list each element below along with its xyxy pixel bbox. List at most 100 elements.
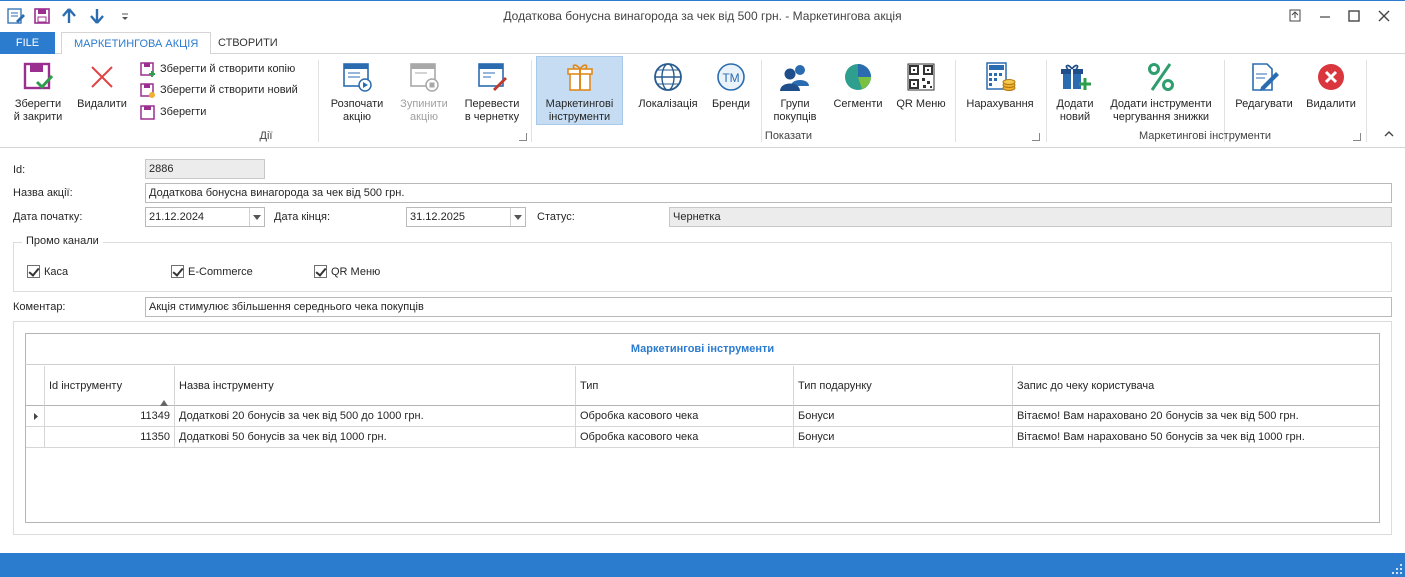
marketing-tools-button[interactable]: Маркетингові інструменти xyxy=(536,56,623,125)
gift-icon xyxy=(563,60,597,94)
status-label: Статус: xyxy=(537,211,575,223)
maximize-icon[interactable] xyxy=(1340,4,1368,28)
dialog-launcher-icon[interactable] xyxy=(1353,133,1361,141)
promo-channels-legend: Промо канали xyxy=(22,235,103,247)
save-check-icon xyxy=(21,60,55,94)
checkbox-checked-icon xyxy=(171,265,184,278)
edit-tool-button[interactable]: Редагувати xyxy=(1231,57,1297,111)
add-new-tool-button[interactable]: Додати новий xyxy=(1050,57,1100,124)
start-date-value: 21.12.2024 xyxy=(149,211,205,223)
start-date-label: Дата початку: xyxy=(13,211,83,223)
chevron-down-icon[interactable] xyxy=(510,208,525,226)
table-cell-name[interactable]: Додаткові 50 бонусів за чек від 1000 грн… xyxy=(175,427,576,448)
row-indicator[interactable] xyxy=(26,427,45,448)
name-label: Назва акції: xyxy=(13,187,73,199)
table-cell-type[interactable]: Обробка касового чека xyxy=(576,427,794,448)
qr-menu-button[interactable]: QR Меню xyxy=(893,57,949,111)
table-cell-type[interactable]: Обробка касового чека xyxy=(576,406,794,427)
add-alternating-discount-button[interactable]: Додати інструменти чергування знижки xyxy=(1104,57,1218,124)
svg-text:TM: TM xyxy=(722,71,739,85)
id-field[interactable]: 2886 xyxy=(145,159,265,179)
column-header-name[interactable]: Назва інструменту xyxy=(175,366,576,406)
resize-grip-icon xyxy=(1392,564,1402,574)
save-icon xyxy=(140,105,156,121)
save-copy-icon xyxy=(140,62,156,78)
column-header-receipt-text[interactable]: Запис до чеку користувача xyxy=(1013,366,1379,406)
save-button[interactable]: Зберегти xyxy=(138,102,206,122)
cross-icon xyxy=(85,60,119,94)
percent-icon xyxy=(1144,60,1178,94)
channel-checkbox-ecommerce[interactable]: E-Commerce xyxy=(171,265,253,279)
column-header-type[interactable]: Тип xyxy=(576,366,794,406)
edit-document-icon xyxy=(1247,60,1281,94)
pie-chart-icon xyxy=(841,60,875,94)
tab-marketing-action[interactable]: МАРКЕТИНГОВА АКЦІЯ xyxy=(61,32,212,55)
minimize-icon[interactable] xyxy=(1311,4,1339,28)
close-icon[interactable] xyxy=(1370,4,1398,28)
dialog-launcher-icon[interactable] xyxy=(519,133,527,141)
table-cell-id[interactable]: 11349 xyxy=(45,406,175,427)
qr-code-icon xyxy=(904,60,938,94)
table-cell-receipt-text[interactable]: Вітаємо! Вам нараховано 20 бонусів за че… xyxy=(1013,406,1379,427)
checkbox-checked-icon xyxy=(27,265,40,278)
checkbox-checked-icon xyxy=(314,265,327,278)
table-cell-receipt-text[interactable]: Вітаємо! Вам нараховано 50 бонусів за че… xyxy=(1013,427,1379,448)
row-pointer-icon xyxy=(34,413,38,420)
grid-caption: Маркетингові інструменти xyxy=(25,334,1380,365)
delete-action-button[interactable]: Видалити xyxy=(72,57,132,111)
accruals-button[interactable]: Нарахування xyxy=(962,57,1038,111)
start-action-button[interactable]: Розпочати акцію xyxy=(326,57,388,124)
end-date-value: 31.12.2025 xyxy=(410,211,466,223)
id-label: Id: xyxy=(13,164,26,176)
tab-create[interactable]: СТВОРИТИ xyxy=(206,32,290,55)
column-header-id[interactable]: Id інструменту xyxy=(45,366,175,406)
end-date-field[interactable]: 31.12.2025 xyxy=(406,207,526,227)
collapse-ribbon-icon[interactable] xyxy=(1383,128,1395,140)
trademark-icon: TM xyxy=(714,60,748,94)
table-cell-gift-type[interactable]: Бонуси xyxy=(794,406,1013,427)
globe-icon xyxy=(651,60,685,94)
brands-button[interactable]: TM Бренди xyxy=(708,57,754,111)
comment-label: Коментар: xyxy=(13,301,66,313)
segments-button[interactable]: Сегменти xyxy=(829,57,887,111)
ribbon-separator xyxy=(1366,60,1367,142)
users-icon xyxy=(778,60,812,94)
delete-tool-button[interactable]: Видалити xyxy=(1301,57,1361,111)
delete-circle-icon xyxy=(1314,60,1348,94)
calculator-coins-icon xyxy=(983,60,1017,94)
action-name-field[interactable]: Додаткова бонусна винагорода за чек від … xyxy=(145,183,1392,203)
form-edit-icon xyxy=(475,60,509,94)
chevron-down-icon[interactable] xyxy=(249,208,264,226)
channel-checkbox-qr-menu[interactable]: QR Меню xyxy=(314,265,380,279)
move-to-draft-button[interactable]: Перевести в чернетку xyxy=(460,57,524,124)
row-indicator[interactable] xyxy=(26,406,45,427)
row-indicator-header xyxy=(26,366,45,406)
table-cell-gift-type[interactable]: Бонуси xyxy=(794,427,1013,448)
group-label-tools: Маркетингові інструменти xyxy=(1138,130,1272,142)
gift-add-icon xyxy=(1058,60,1092,94)
start-date-field[interactable]: 21.12.2024 xyxy=(145,207,265,227)
status-field[interactable]: Чернетка xyxy=(669,207,1392,227)
form-stop-icon xyxy=(407,60,441,94)
comment-field[interactable]: Акція стимулює збільшення середнього чек… xyxy=(145,297,1392,317)
stop-action-button[interactable]: Зупинити акцію xyxy=(394,57,454,124)
window-title: Додаткова бонусна винагорода за чек від … xyxy=(503,9,902,23)
localization-button[interactable]: Локалізація xyxy=(634,57,702,111)
tab-file[interactable]: FILE xyxy=(0,32,55,54)
group-label-show: Показати xyxy=(764,130,813,142)
dialog-launcher-icon[interactable] xyxy=(1032,133,1040,141)
column-header-gift-type[interactable]: Тип подарунку xyxy=(794,366,1013,406)
status-bar xyxy=(0,553,1405,577)
save-and-new-button[interactable]: Зберегти й створити новий xyxy=(138,80,298,100)
end-date-label: Дата кінця: xyxy=(274,211,331,223)
table-cell-name[interactable]: Додаткові 20 бонусів за чек від 500 до 1… xyxy=(175,406,576,427)
group-label-actions: Дії xyxy=(259,130,273,142)
customer-groups-button[interactable]: Групи покупців xyxy=(766,57,824,124)
channel-checkbox-cashdesk[interactable]: Каса xyxy=(27,265,68,279)
form-play-icon xyxy=(340,60,374,94)
save-and-close-button[interactable]: Зберегти й закрити xyxy=(8,57,68,124)
save-and-copy-button[interactable]: Зберегти й створити копію xyxy=(138,59,295,79)
save-new-icon xyxy=(140,83,156,99)
table-cell-id[interactable]: 11350 xyxy=(45,427,175,448)
restore-ribbon-icon[interactable] xyxy=(1281,4,1309,28)
